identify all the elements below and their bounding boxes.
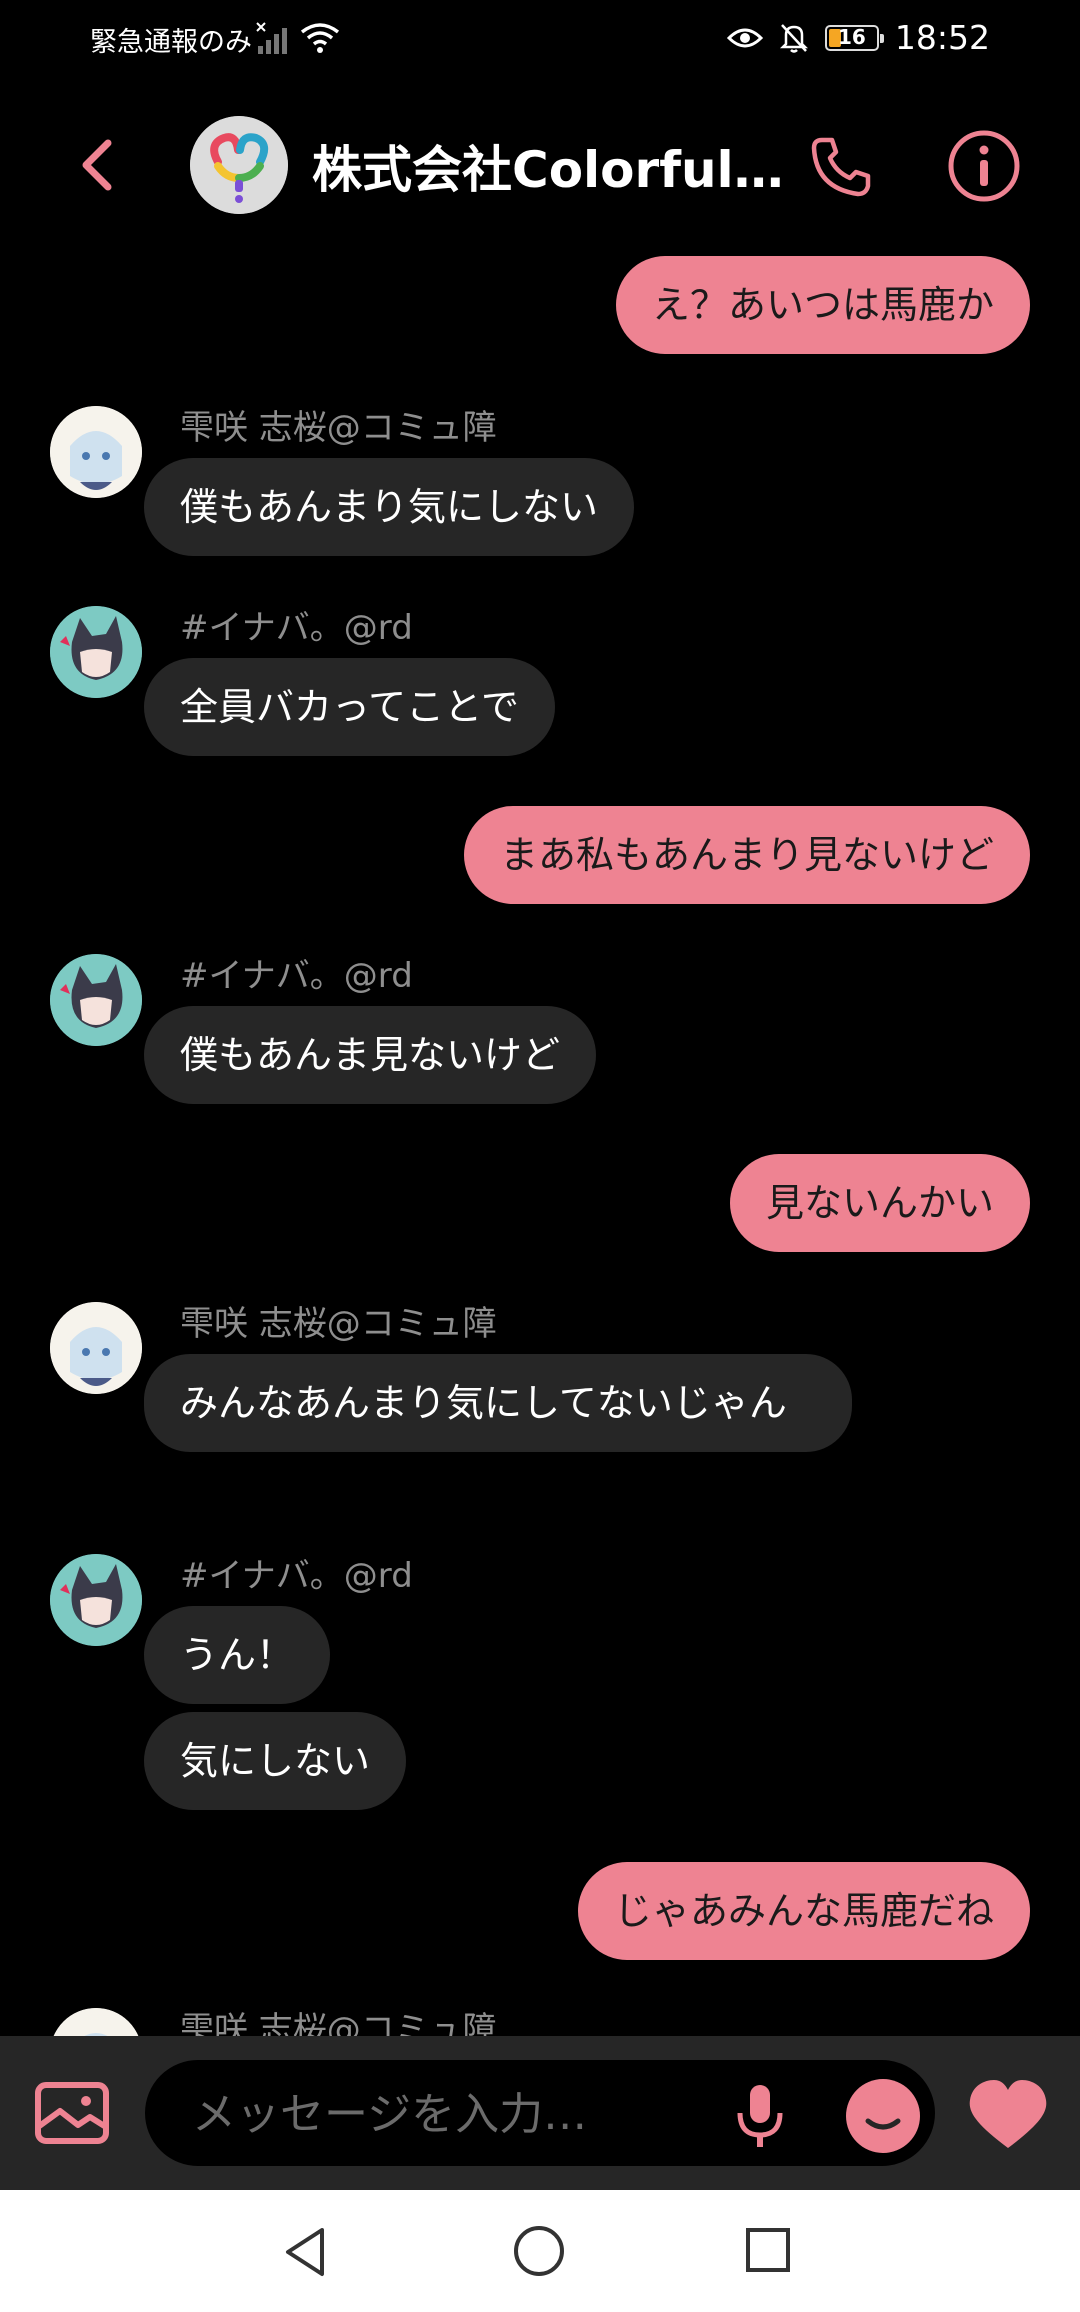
avatar[interactable] [50, 606, 142, 698]
incoming-message[interactable]: 気にしない [144, 1712, 407, 1810]
avatar[interactable] [50, 2008, 142, 2036]
sender-name: 雫咲 志桜@コミュ障 [180, 408, 497, 448]
wifi-icon [300, 23, 340, 53]
bell-muted-icon [779, 23, 808, 53]
back-arrow-icon[interactable] [70, 135, 130, 195]
incoming-message[interactable]: うん！ [144, 1606, 331, 1704]
incoming-message[interactable]: みんなあんまり気にしてないじゃん [144, 1354, 852, 1452]
eye-comfort-icon [726, 28, 763, 47]
message-input[interactable] [190, 2081, 664, 2147]
nav-recent-apps-icon[interactable] [744, 2226, 792, 2274]
incoming-message[interactable]: 僕もあんま見ないけど [144, 1006, 597, 1104]
message-list[interactable]: え？あいつは馬鹿か 雫咲 志桜@コミュ障 僕もあんまり気にしない #イナバ。@r… [0, 230, 1080, 2036]
sender-name: #イナバ。@rd [180, 956, 413, 996]
system-nav-bar [0, 2190, 1080, 2312]
microphone-icon[interactable] [730, 2081, 790, 2151]
emoji-icon[interactable] [846, 2079, 920, 2153]
phone-icon[interactable] [808, 134, 874, 200]
message-input-container [145, 2060, 935, 2166]
outgoing-message[interactable]: え？あいつは馬鹿か [615, 256, 1030, 354]
nav-back-icon[interactable] [282, 2226, 330, 2278]
carrier-text: 緊急通報のみ [90, 27, 252, 58]
group-avatar[interactable] [190, 116, 288, 214]
message-composer [0, 2036, 1080, 2190]
avatar[interactable] [50, 406, 142, 498]
battery-icon: 16 [824, 24, 884, 51]
chat-header: 株式会社Colorful… [0, 100, 1080, 230]
nav-home-icon[interactable] [512, 2224, 566, 2278]
outgoing-message[interactable]: じゃあみんな馬鹿だね [577, 1862, 1030, 1960]
outgoing-message[interactable]: まあ私もあんまり見ないけど [463, 806, 1030, 904]
sender-name: 雫咲 志桜@コミュ障 [180, 1304, 497, 1344]
sender-name: #イナバ。@rd [180, 1556, 413, 1596]
incoming-message[interactable]: 僕もあんまり気にしない [144, 458, 635, 556]
incoming-message[interactable]: 全員バカってことで [144, 658, 555, 756]
sender-name: #イナバ。@rd [180, 608, 413, 648]
status-bar: 緊急通報のみ 16 18:52 [0, 0, 1080, 80]
heart-icon[interactable] [966, 2078, 1050, 2152]
avatar[interactable] [50, 1302, 142, 1394]
clock: 18:52 [894, 18, 990, 57]
avatar[interactable] [50, 954, 142, 1046]
avatar[interactable] [50, 1554, 142, 1646]
battery-level: 16 [837, 24, 866, 49]
outgoing-message[interactable]: 見ないんかい [729, 1154, 1030, 1252]
gallery-icon[interactable] [34, 2081, 110, 2145]
sender-name: 雫咲 志桜@コミュ障 [180, 2010, 497, 2036]
no-signal-icon [256, 22, 287, 54]
info-icon[interactable] [946, 128, 1022, 204]
chat-title[interactable]: 株式会社Colorful… [312, 130, 784, 202]
colorful-logo-icon [190, 116, 288, 214]
